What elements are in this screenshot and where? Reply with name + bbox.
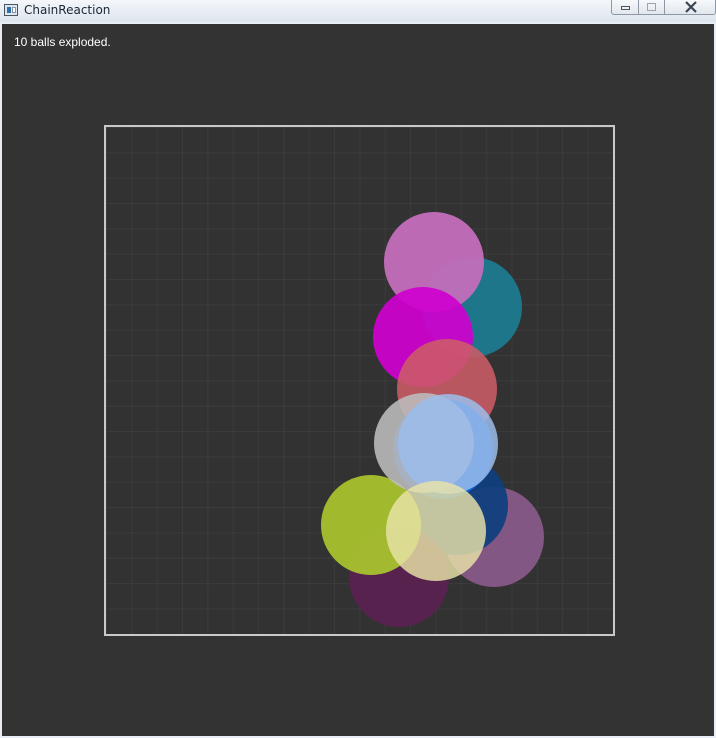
close-button[interactable]	[664, 0, 716, 15]
ball-light-blue	[398, 394, 498, 494]
title-bar[interactable]: ChainReaction	[0, 0, 716, 22]
game-canvas[interactable]: 10 balls exploded.	[2, 24, 714, 736]
caption-buttons	[611, 0, 716, 16]
window-title: ChainReaction	[24, 3, 111, 17]
maximize-icon	[647, 3, 656, 11]
close-icon	[685, 1, 697, 13]
ball-cream	[386, 481, 486, 581]
minimize-button[interactable]	[611, 0, 639, 15]
app-icon[interactable]	[4, 4, 18, 16]
minimize-icon	[621, 6, 630, 10]
app-window: ChainReaction 10 balls exploded.	[0, 0, 716, 738]
exploded-count-status: 10 balls exploded.	[14, 35, 111, 49]
game-board[interactable]	[104, 125, 615, 636]
maximize-button[interactable]	[638, 0, 665, 15]
